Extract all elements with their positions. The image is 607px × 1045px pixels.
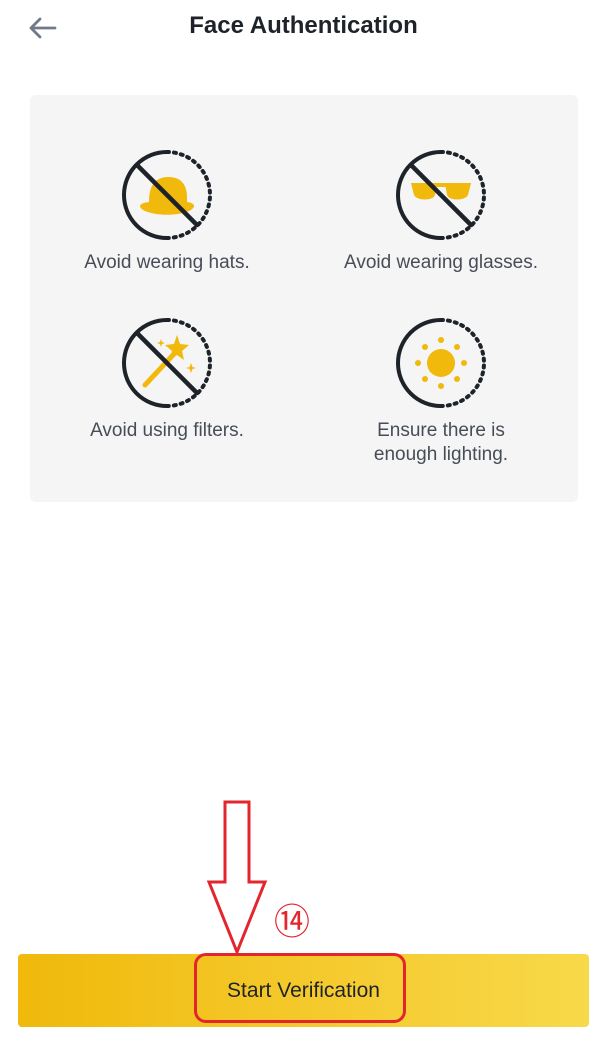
tip-label: Avoid wearing glasses. xyxy=(344,252,538,273)
tips-card: Avoid wearing hats. Avoid wearing glasse… xyxy=(30,95,578,502)
no-hat-icon xyxy=(122,150,212,240)
tip-lighting: Ensure there is enough lighting. xyxy=(304,313,578,467)
no-glasses-icon xyxy=(396,150,486,240)
start-verification-button[interactable]: Start Verification xyxy=(18,954,589,1027)
header: Face Authentication xyxy=(0,0,607,56)
page-title: Face Authentication xyxy=(189,12,418,39)
tip-label: Avoid wearing hats. xyxy=(84,252,250,273)
annotation-arrow-down-icon xyxy=(206,800,268,956)
annotation-step-marker: ⑭ xyxy=(274,902,311,943)
tip-label: Avoid using filters. xyxy=(90,420,244,441)
lighting-icon xyxy=(396,318,486,408)
start-verification-label: Start Verification xyxy=(227,978,380,1002)
tip-no-filters: Avoid using filters. xyxy=(30,313,304,443)
no-filter-icon xyxy=(122,318,212,408)
tip-no-glasses: Avoid wearing glasses. xyxy=(304,145,578,275)
tip-label: Ensure there is enough lighting. xyxy=(373,420,509,465)
tip-no-hats: Avoid wearing hats. xyxy=(30,145,304,275)
